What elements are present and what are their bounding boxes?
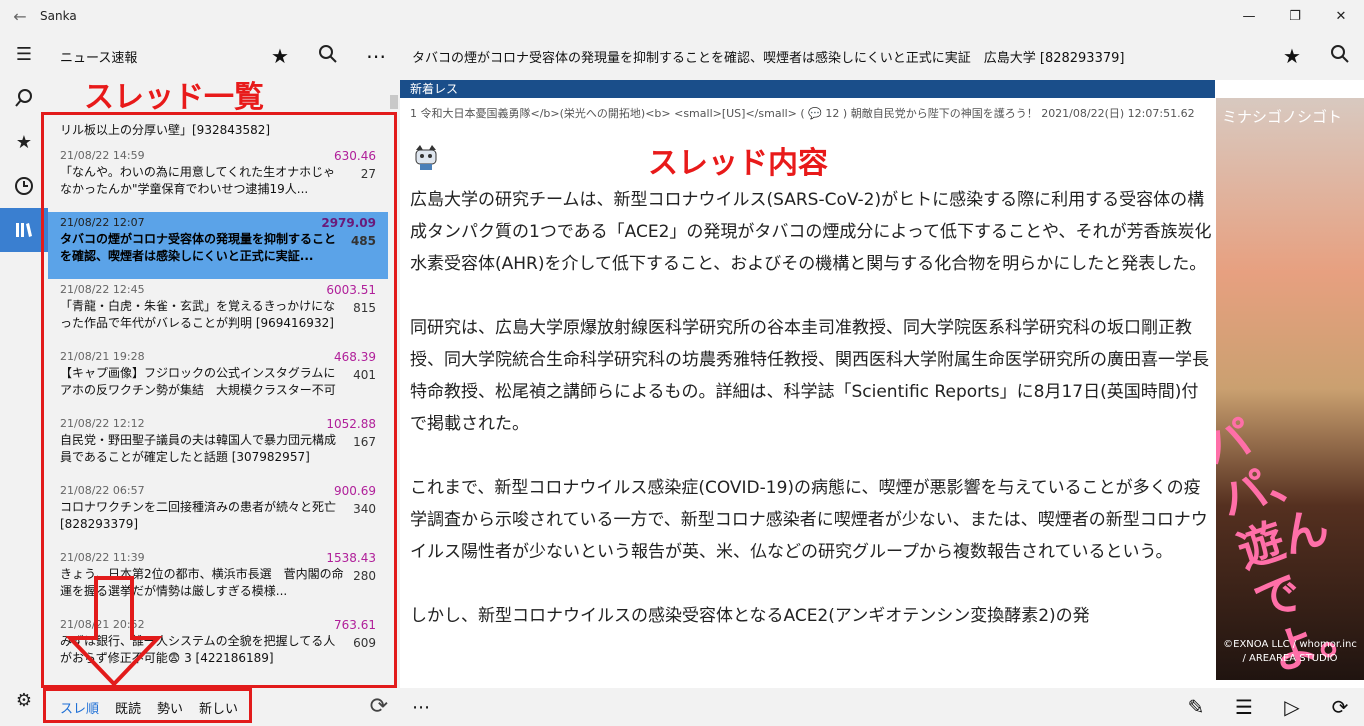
filter-sliders-icon[interactable]: ☰ xyxy=(1220,695,1268,719)
post-meta-suffix: ) 朝敵自民党から陛下の神国を護ろう！ 2021/08/22(日) 12:07:… xyxy=(842,107,1195,120)
window-controls: — ❐ ✕ xyxy=(1226,0,1364,32)
scrollbar-thumb[interactable] xyxy=(390,95,398,109)
ad-image[interactable]: ミナシゴノシゴト パパ、遊んでよ。 ©EXNOA LLC / whomor.in… xyxy=(1216,98,1364,680)
ad-logo: ミナシゴノシゴト xyxy=(1222,108,1343,126)
post-paragraph: これまで、新型コロナウイルス感染症(COVID-19)の病態に、喫煙が悪影響を与… xyxy=(410,478,1208,562)
ad-top-strip xyxy=(1216,80,1364,98)
restore-button[interactable]: ❐ xyxy=(1272,0,1318,32)
annotation-arrow xyxy=(66,576,162,687)
favorite-star-icon[interactable]: ★ xyxy=(1268,44,1316,68)
reply-count-icon[interactable]: 💬 xyxy=(808,107,822,120)
annotation-thread-content: スレッド内容 xyxy=(648,146,828,181)
star-icon[interactable]: ★ xyxy=(256,44,304,68)
post-paragraph: 広島大学の研究チームは、新型コロナウイルス(SARS-CoV-2)がヒトに感染す… xyxy=(410,190,1212,274)
content-footer: ⋯ ✎ ☰ ▷ ⟳ xyxy=(400,688,1364,726)
post-body: 広島大学の研究チームは、新型コロナウイルス(SARS-CoV-2)がヒトに感染す… xyxy=(410,184,1215,664)
new-posts-bar: 新着レス xyxy=(400,80,1215,98)
post-paragraph: 同研究は、広島大学原爆放射線医科学研究所の谷本圭司准教授、同大学院医系科学研究科… xyxy=(410,318,1209,434)
back-arrow-icon[interactable]: ← xyxy=(0,7,40,26)
play-icon[interactable]: ▷ xyxy=(1268,695,1316,719)
thread-content-pane: タバコの煙がコロナ受容体の発現量を抑制することを確認、喫煙者は感染しにくいと正式… xyxy=(400,32,1364,726)
app-title: Sanka xyxy=(40,9,77,23)
title-bar: ← Sanka — ❐ ✕ xyxy=(0,0,1364,32)
refresh-icon[interactable]: ⟳ xyxy=(1316,695,1364,719)
search-icon[interactable] xyxy=(304,44,352,69)
minimize-button[interactable]: — xyxy=(1226,0,1272,32)
pencil-write-icon[interactable]: ✎ xyxy=(1172,695,1220,719)
thread-title: タバコの煙がコロナ受容体の発現量を抑制することを確認、喫煙者は感染しにくいと正式… xyxy=(412,50,1125,66)
more-options-icon[interactable]: ⋯ xyxy=(412,697,1172,718)
ad-tagline: パパ、遊んでよ。 xyxy=(1216,410,1364,680)
content-header: タバコの煙がコロナ受容体の発現量を抑制することを確認、喫煙者は感染しにくいと正式… xyxy=(400,32,1364,80)
post-header: 1 令和大日本憂国義勇隊</b>(栄光への開拓地)<b> <small>[US]… xyxy=(410,104,1210,124)
post-paragraph: しかし、新型コロナウイルスの感染受容体となるACE2(アンギオテンシン変換酵素2… xyxy=(410,606,1090,626)
poster-avatar-icon xyxy=(415,145,437,170)
close-button[interactable]: ✕ xyxy=(1318,0,1364,32)
refresh-list-icon[interactable]: ⟳ xyxy=(370,694,388,719)
board-name: ニュース速報 xyxy=(60,50,138,66)
search-icon[interactable] xyxy=(1316,44,1364,69)
annotation-box-tabs xyxy=(43,688,252,723)
post-meta-prefix: 1 令和大日本憂国義勇隊</b>(栄光への開拓地)<b> <small>[US]… xyxy=(410,107,805,120)
ad-copyright: ©EXNOA LLC / whomor.inc / AREAREA STUDIO xyxy=(1223,639,1357,664)
reply-count[interactable]: 12 xyxy=(825,107,839,120)
hamburger-menu-icon[interactable]: ☰ xyxy=(0,32,48,76)
more-options-icon[interactable]: ⋯ xyxy=(352,44,400,68)
annotation-thread-list: スレッド一覧 xyxy=(84,80,264,115)
advertisement-banner[interactable]: ミナシゴノシゴト パパ、遊んでよ。 ©EXNOA LLC / whomor.in… xyxy=(1216,80,1364,680)
